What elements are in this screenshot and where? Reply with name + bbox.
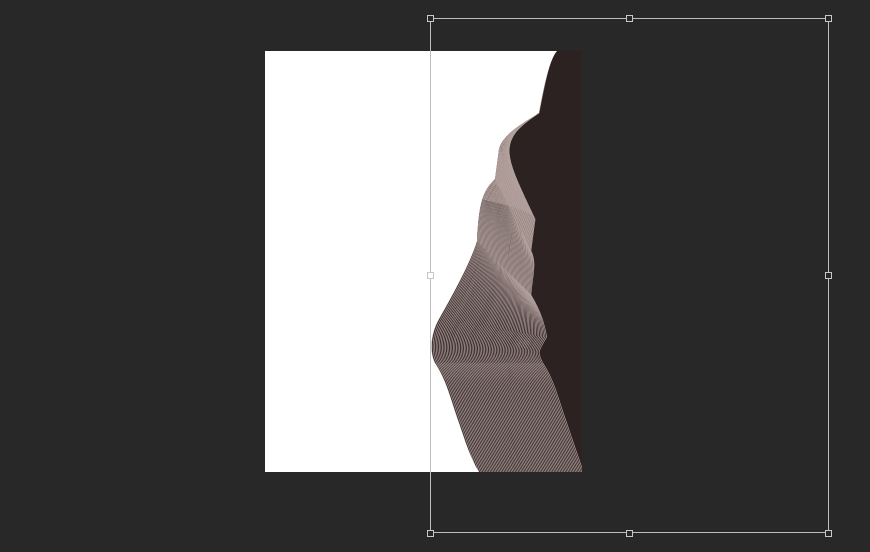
resize-handle-top-right[interactable] <box>825 15 832 22</box>
canvas-area[interactable] <box>0 0 870 552</box>
resize-handle-bottom-middle[interactable] <box>626 530 633 537</box>
resize-handle-middle-right[interactable] <box>825 272 832 279</box>
document-page[interactable] <box>265 51 582 472</box>
resize-handle-top-middle[interactable] <box>626 15 633 22</box>
resize-handle-bottom-left[interactable] <box>427 530 434 537</box>
resize-handle-middle-left[interactable] <box>427 272 434 279</box>
resize-handle-bottom-right[interactable] <box>825 530 832 537</box>
resize-handle-top-left[interactable] <box>427 15 434 22</box>
artwork-image <box>431 51 582 472</box>
